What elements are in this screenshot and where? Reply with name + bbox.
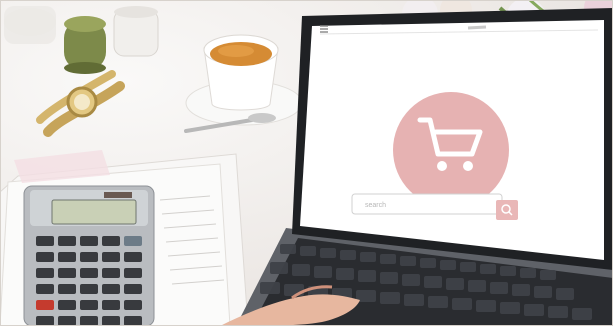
ecommerce-photo: search	[0, 0, 613, 326]
photo-frame	[0, 0, 613, 326]
